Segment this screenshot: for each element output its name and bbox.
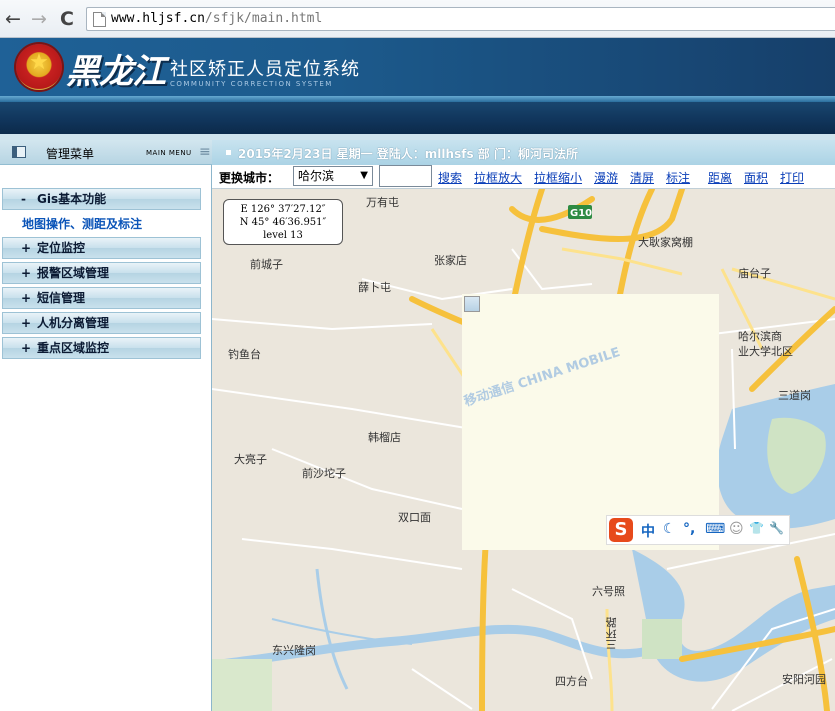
punctuation-icon[interactable]: °, bbox=[683, 521, 695, 537]
login-info: 2015年2月23日 星期一 登陆人：mllhsfs 部 门：柳河司法所 bbox=[238, 147, 578, 161]
print-link[interactable]: 打印 bbox=[780, 169, 804, 186]
map-label: 大耿家窝棚 bbox=[638, 236, 693, 249]
clear-link[interactable]: 清屏 bbox=[630, 169, 654, 186]
watermark: 移动通信 CHINA MOBILE bbox=[462, 345, 623, 410]
map-label: 庙台子 bbox=[738, 267, 771, 280]
map-label: 薛卜屯 bbox=[358, 281, 391, 294]
sidebar-subtitle: MAIN MENU bbox=[146, 149, 192, 157]
map-label: 六号照 bbox=[592, 585, 625, 598]
search-link[interactable]: 搜索 bbox=[438, 169, 462, 186]
sidebar-item-sms[interactable]: + 短信管理 bbox=[2, 287, 201, 309]
map-label: 万有屯 bbox=[366, 196, 399, 209]
collapse-sign: - bbox=[21, 192, 26, 206]
broken-image-icon bbox=[464, 296, 480, 312]
map-canvas[interactable]: G10 万有屯 大耿家窝棚 前城子 张家店 庙台子 薛卜屯 哈尔滨商 业大学北区… bbox=[212, 189, 835, 711]
map-label: 张家店 bbox=[434, 254, 467, 267]
back-button[interactable]: ← bbox=[2, 8, 24, 30]
forward-button[interactable]: → bbox=[28, 8, 50, 30]
city-label: 更换城市： bbox=[219, 171, 280, 185]
reload-button[interactable]: C bbox=[56, 8, 78, 30]
app-header: 黑龙江 社区矫正人员定位系统 COMMUNITY CORRECTION SYST… bbox=[0, 38, 835, 134]
system-subtitle: COMMUNITY CORRECTION SYSTEM bbox=[170, 80, 333, 88]
chevron-down-icon: ▼ bbox=[360, 170, 368, 181]
zoom-out-box-link[interactable]: 拉框缩小 bbox=[534, 169, 582, 186]
expand-sign: + bbox=[21, 291, 32, 305]
browser-toolbar: ← → C www.hljsf.cn/sfjk/main.html bbox=[0, 0, 835, 38]
sidebar-item-alarm-area[interactable]: + 报警区域管理 bbox=[2, 262, 201, 284]
broken-image-overlay: 移动通信 CHINA MOBILE bbox=[462, 294, 719, 550]
sidebar-item-label: 报警区域管理 bbox=[37, 266, 110, 280]
sidebar-item-separation[interactable]: + 人机分离管理 bbox=[2, 312, 201, 334]
map-label: 安阳河园 bbox=[782, 673, 826, 686]
ime-toolbar[interactable]: S 中 ☾ °, ⌨ ☺ 👕 🔧 bbox=[606, 515, 790, 545]
map-label: 前城子 bbox=[250, 258, 283, 271]
user-icon[interactable]: ☺ bbox=[729, 521, 744, 537]
sidebar-item-gis[interactable]: - Gis基本功能 bbox=[2, 188, 201, 210]
ime-language-toggle[interactable]: 中 bbox=[641, 521, 655, 541]
coordinate-readout: E 126° 37′27.12″ N 45° 46′36.951″ level … bbox=[223, 199, 343, 245]
url-host: www.hljsf.cn bbox=[111, 11, 205, 26]
map-label: 钓鱼台 bbox=[228, 348, 261, 361]
city-select[interactable]: 哈尔滨 ▼ bbox=[293, 166, 373, 186]
ime-logo-icon[interactable]: S bbox=[609, 518, 633, 542]
url-path: /sfjk/main.html bbox=[204, 11, 323, 26]
map-toolbar: 更换城市： 哈尔滨 ▼ 搜索 拉框放大 拉框缩小 漫游 清屏 标注 距离 面积 … bbox=[212, 165, 835, 189]
coord-east: E 126° 37′27.12″ bbox=[240, 204, 326, 215]
map-label: 双口面 bbox=[398, 511, 431, 524]
map-label: 前沙坨子 bbox=[302, 467, 346, 480]
map-label: 三环路 bbox=[605, 617, 618, 650]
expand-sign: + bbox=[21, 316, 32, 330]
sidebar-item-label: 人机分离管理 bbox=[37, 316, 110, 330]
zoom-in-box-link[interactable]: 拉框放大 bbox=[474, 169, 522, 186]
sidebar-item-location-monitor[interactable]: + 定位监控 bbox=[2, 237, 201, 259]
bullet-icon bbox=[226, 150, 231, 155]
pan-link[interactable]: 漫游 bbox=[594, 169, 618, 186]
coord-north: N 45° 46′36.951″ bbox=[239, 217, 327, 228]
sidebar-item-key-area[interactable]: + 重点区域监控 bbox=[2, 337, 201, 359]
collapse-icon[interactable]: ≡ bbox=[199, 144, 211, 160]
expand-sign: + bbox=[21, 341, 32, 355]
sidebar-header: 管理菜单 MAIN MENU ≡ bbox=[0, 140, 212, 165]
area-link[interactable]: 面积 bbox=[744, 169, 768, 186]
city-select-value: 哈尔滨 bbox=[298, 169, 335, 183]
search-input[interactable] bbox=[379, 165, 432, 187]
page-icon bbox=[93, 12, 106, 27]
province-name: 黑龙江 bbox=[66, 52, 166, 92]
emblem-icon bbox=[16, 44, 62, 90]
sidebar-title: 管理菜单 bbox=[46, 147, 95, 161]
expand-sign: + bbox=[21, 241, 32, 255]
svg-text:G10: G10 bbox=[570, 208, 592, 219]
sidebar-item-label: 重点区域监控 bbox=[37, 341, 110, 355]
moon-icon[interactable]: ☾ bbox=[663, 521, 676, 537]
distance-link[interactable]: 距离 bbox=[708, 169, 732, 186]
info-bar: 2015年2月23日 星期一 登陆人：mllhsfs 部 门：柳河司法所 bbox=[212, 140, 835, 165]
system-title: 社区矫正人员定位系统 bbox=[170, 59, 360, 80]
menu-icon bbox=[12, 146, 26, 158]
sidebar-item-label: 短信管理 bbox=[37, 291, 86, 305]
sidebar: 管理菜单 MAIN MENU ≡ - Gis基本功能 地图操作、测距及标注 + … bbox=[0, 140, 212, 711]
sidebar-item-label: 定位监控 bbox=[37, 241, 86, 255]
expand-sign: + bbox=[21, 266, 32, 280]
skin-icon[interactable]: 👕 bbox=[749, 521, 764, 535]
map-label: 四方台 bbox=[555, 675, 588, 688]
map-label: 东兴隆岗 bbox=[272, 644, 316, 657]
map-label: 韩榴店 bbox=[368, 431, 401, 444]
annotate-link[interactable]: 标注 bbox=[666, 169, 690, 186]
settings-icon[interactable]: 🔧 bbox=[769, 521, 784, 535]
url-text[interactable]: www.hljsf.cn/sfjk/main.html bbox=[111, 11, 322, 26]
address-bar[interactable]: www.hljsf.cn/sfjk/main.html bbox=[86, 7, 835, 31]
keyboard-icon[interactable]: ⌨ bbox=[705, 521, 725, 537]
zoom-level: level 13 bbox=[263, 230, 303, 241]
header-lower bbox=[0, 102, 835, 134]
submenu-map-operations[interactable]: 地图操作、测距及标注 bbox=[22, 215, 142, 232]
map-label: 大亮子 bbox=[234, 453, 267, 466]
map-label: 业大学北区 bbox=[738, 345, 793, 358]
sidebar-item-label: Gis基本功能 bbox=[37, 192, 107, 206]
map-label: 三道岗 bbox=[778, 389, 811, 402]
map-label: 哈尔滨商 bbox=[738, 330, 782, 343]
